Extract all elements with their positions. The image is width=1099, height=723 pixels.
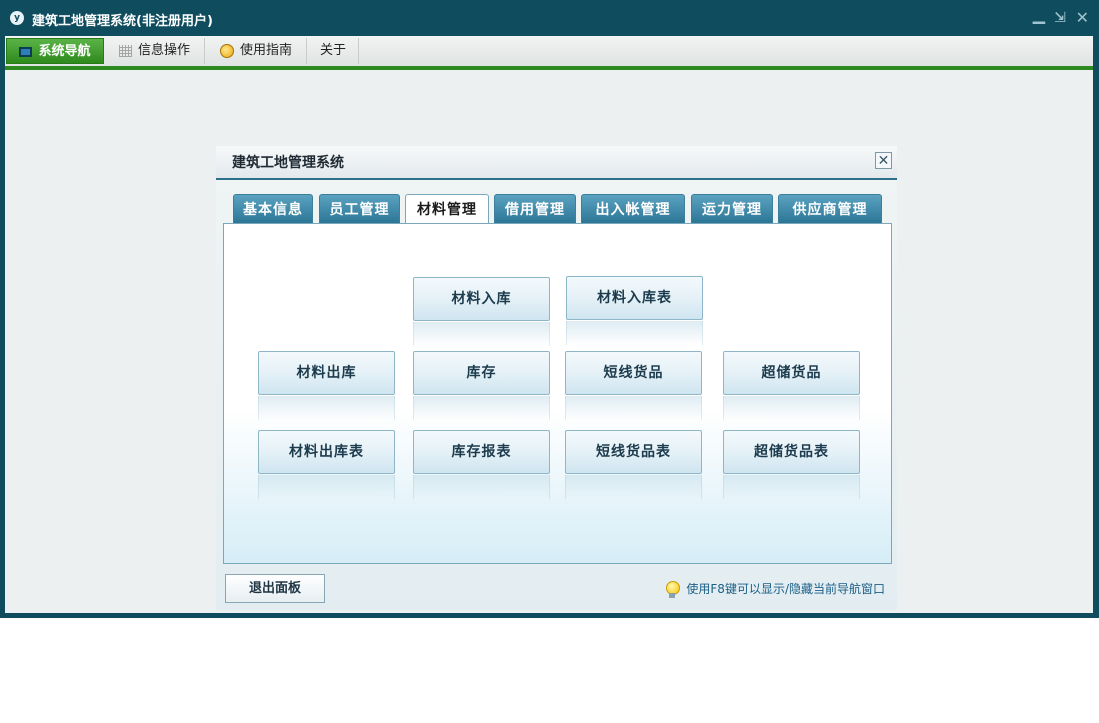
menu-item-label: 信息操作 <box>137 43 190 58</box>
restore-icon[interactable]: ⇲ <box>1054 9 1066 27</box>
app-logo-icon: y <box>10 11 24 25</box>
nav-dialog: 建筑工地管理系统 ✕ 基本信息 员工管理 材料管理 借用管理 出入帐管理 运力管… <box>216 146 897 610</box>
tab-account-management[interactable]: 出入帐管理 <box>581 194 685 224</box>
material-in-report-button[interactable]: 材料入库表 <box>566 276 703 345</box>
tab-staff-management[interactable]: 员工管理 <box>319 194 400 224</box>
exit-panel-button[interactable]: 退出面板 <box>225 574 325 603</box>
over-goods-button[interactable]: 超储货品 <box>723 351 860 420</box>
main-window: y 建筑工地管理系统(非注册用户) ▁ ⇲ ✕ 系统导航 信息操作 使用指南 关… <box>0 0 1099 618</box>
hint-label: 使用F8键可以显示/隐藏当前导航窗口 <box>686 582 885 596</box>
tab-material-management[interactable]: 材料管理 <box>405 194 489 225</box>
short-goods-report-button[interactable]: 短线货品表 <box>565 430 702 499</box>
tab-panel: 材料入库 材料入库表 材料出库 库存 短线货品 超储货品 材料出库表 库存报表 … <box>223 223 892 564</box>
material-out-button[interactable]: 材料出库 <box>258 351 395 420</box>
over-goods-report-button[interactable]: 超储货品表 <box>723 430 860 499</box>
short-goods-button[interactable]: 短线货品 <box>565 351 702 420</box>
tab-transport-management[interactable]: 运力管理 <box>691 194 773 224</box>
tab-supplier-management[interactable]: 供应商管理 <box>778 194 882 224</box>
menu-item-label: 使用指南 <box>239 43 292 58</box>
menu-item-info-ops[interactable]: 信息操作 <box>105 38 205 64</box>
hint-text: 使用F8键可以显示/隐藏当前导航窗口 <box>664 580 885 599</box>
material-out-report-button[interactable]: 材料出库表 <box>258 430 395 499</box>
dialog-title: 建筑工地管理系统 <box>232 155 344 171</box>
close-icon[interactable]: ✕ <box>1076 9 1089 27</box>
tab-borrow-management[interactable]: 借用管理 <box>494 194 576 224</box>
window-title: 建筑工地管理系统(非注册用户) <box>32 14 213 29</box>
menu-item-system-nav[interactable]: 系统导航 <box>6 38 104 64</box>
inventory-report-button[interactable]: 库存报表 <box>413 430 550 499</box>
title-bar: y 建筑工地管理系统(非注册用户) ▁ ⇲ ✕ <box>0 0 1099 36</box>
menu-item-label: 系统导航 <box>38 44 91 59</box>
grid-icon <box>118 44 132 57</box>
menu-item-about[interactable]: 关于 <box>308 38 359 64</box>
menu-bar: 系统导航 信息操作 使用指南 关于 <box>5 36 1093 70</box>
menu-item-label: 关于 <box>319 43 346 58</box>
guide-icon <box>219 43 234 58</box>
lightbulb-icon <box>664 580 681 599</box>
inventory-button[interactable]: 库存 <box>413 351 550 420</box>
material-in-button[interactable]: 材料入库 <box>413 277 550 346</box>
close-icon[interactable]: ✕ <box>875 152 892 169</box>
tab-basic-info[interactable]: 基本信息 <box>233 194 313 224</box>
dialog-header: 建筑工地管理系统 ✕ <box>216 146 897 180</box>
monitor-icon <box>19 46 33 57</box>
minimize-icon[interactable]: ▁ <box>1033 6 1045 24</box>
menu-item-user-guide[interactable]: 使用指南 <box>206 38 307 64</box>
